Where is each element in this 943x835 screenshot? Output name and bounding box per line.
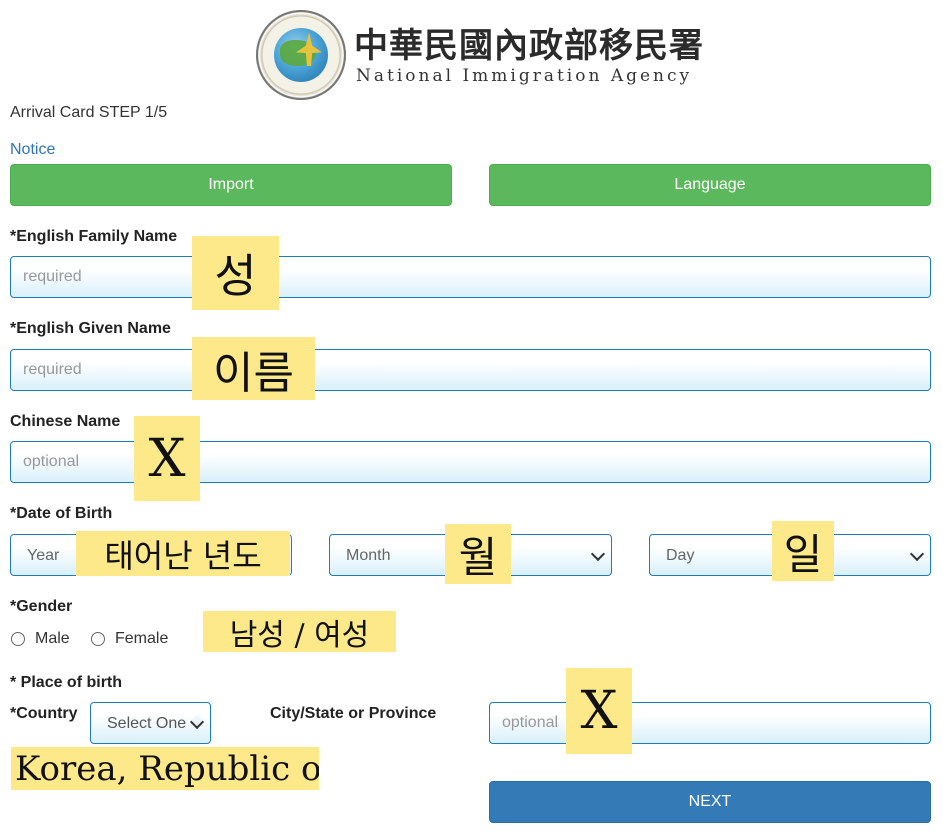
gender-male-radio[interactable] <box>11 632 25 646</box>
gender-male-label: Male <box>35 630 70 647</box>
step-title: Arrival Card STEP 1/5 <box>10 104 168 121</box>
notice-link[interactable]: Notice <box>10 141 55 159</box>
family-name-label: *English Family Name <box>10 228 178 245</box>
city-input[interactable] <box>489 702 931 744</box>
country-selected-value: Select One <box>107 715 187 732</box>
given-name-input[interactable] <box>10 349 931 391</box>
dob-month-value: Month <box>346 547 391 564</box>
import-button[interactable]: Import <box>10 164 452 206</box>
agency-name-english: National Immigration Agency <box>356 66 693 86</box>
chevron-down-icon <box>189 714 205 730</box>
gender-female-label: Female <box>115 630 169 647</box>
place-of-birth-label: * Place of birth <box>10 674 123 691</box>
annotation-family-name: 성 <box>192 236 279 310</box>
gender-female-radio[interactable] <box>91 632 105 646</box>
next-button[interactable]: NEXT <box>489 781 931 823</box>
annotation-country: Korea, Republic of <box>11 747 319 790</box>
chevron-down-icon <box>909 546 925 562</box>
family-name-input[interactable] <box>10 256 931 298</box>
gender-label: *Gender <box>10 598 73 615</box>
annotation-given-name: 이름 <box>192 337 315 400</box>
annotation-year: 태어난 년도 <box>76 531 290 576</box>
chinese-name-label: Chinese Name <box>10 413 121 430</box>
annotation-day: 일 <box>772 521 834 581</box>
dob-day-value: Day <box>666 547 695 564</box>
city-label: City/State or Province <box>270 705 437 722</box>
country-label: *Country <box>10 705 78 722</box>
annotation-month: 월 <box>445 524 511 584</box>
dob-year-value: Year <box>27 547 60 564</box>
annotation-gender: 남성 / 여성 <box>203 611 396 652</box>
agency-name-chinese: 中華民國內政部移民署 <box>354 26 704 66</box>
given-name-label: *English Given Name <box>10 320 171 337</box>
annotation-city: X <box>566 668 632 754</box>
annotation-chinese-name: X <box>134 416 200 501</box>
chevron-down-icon <box>590 546 606 562</box>
dob-label: *Date of Birth <box>10 505 113 522</box>
agency-logo-seal <box>256 10 346 100</box>
language-button[interactable]: Language <box>489 164 931 206</box>
country-select[interactable]: Select One <box>90 702 211 744</box>
